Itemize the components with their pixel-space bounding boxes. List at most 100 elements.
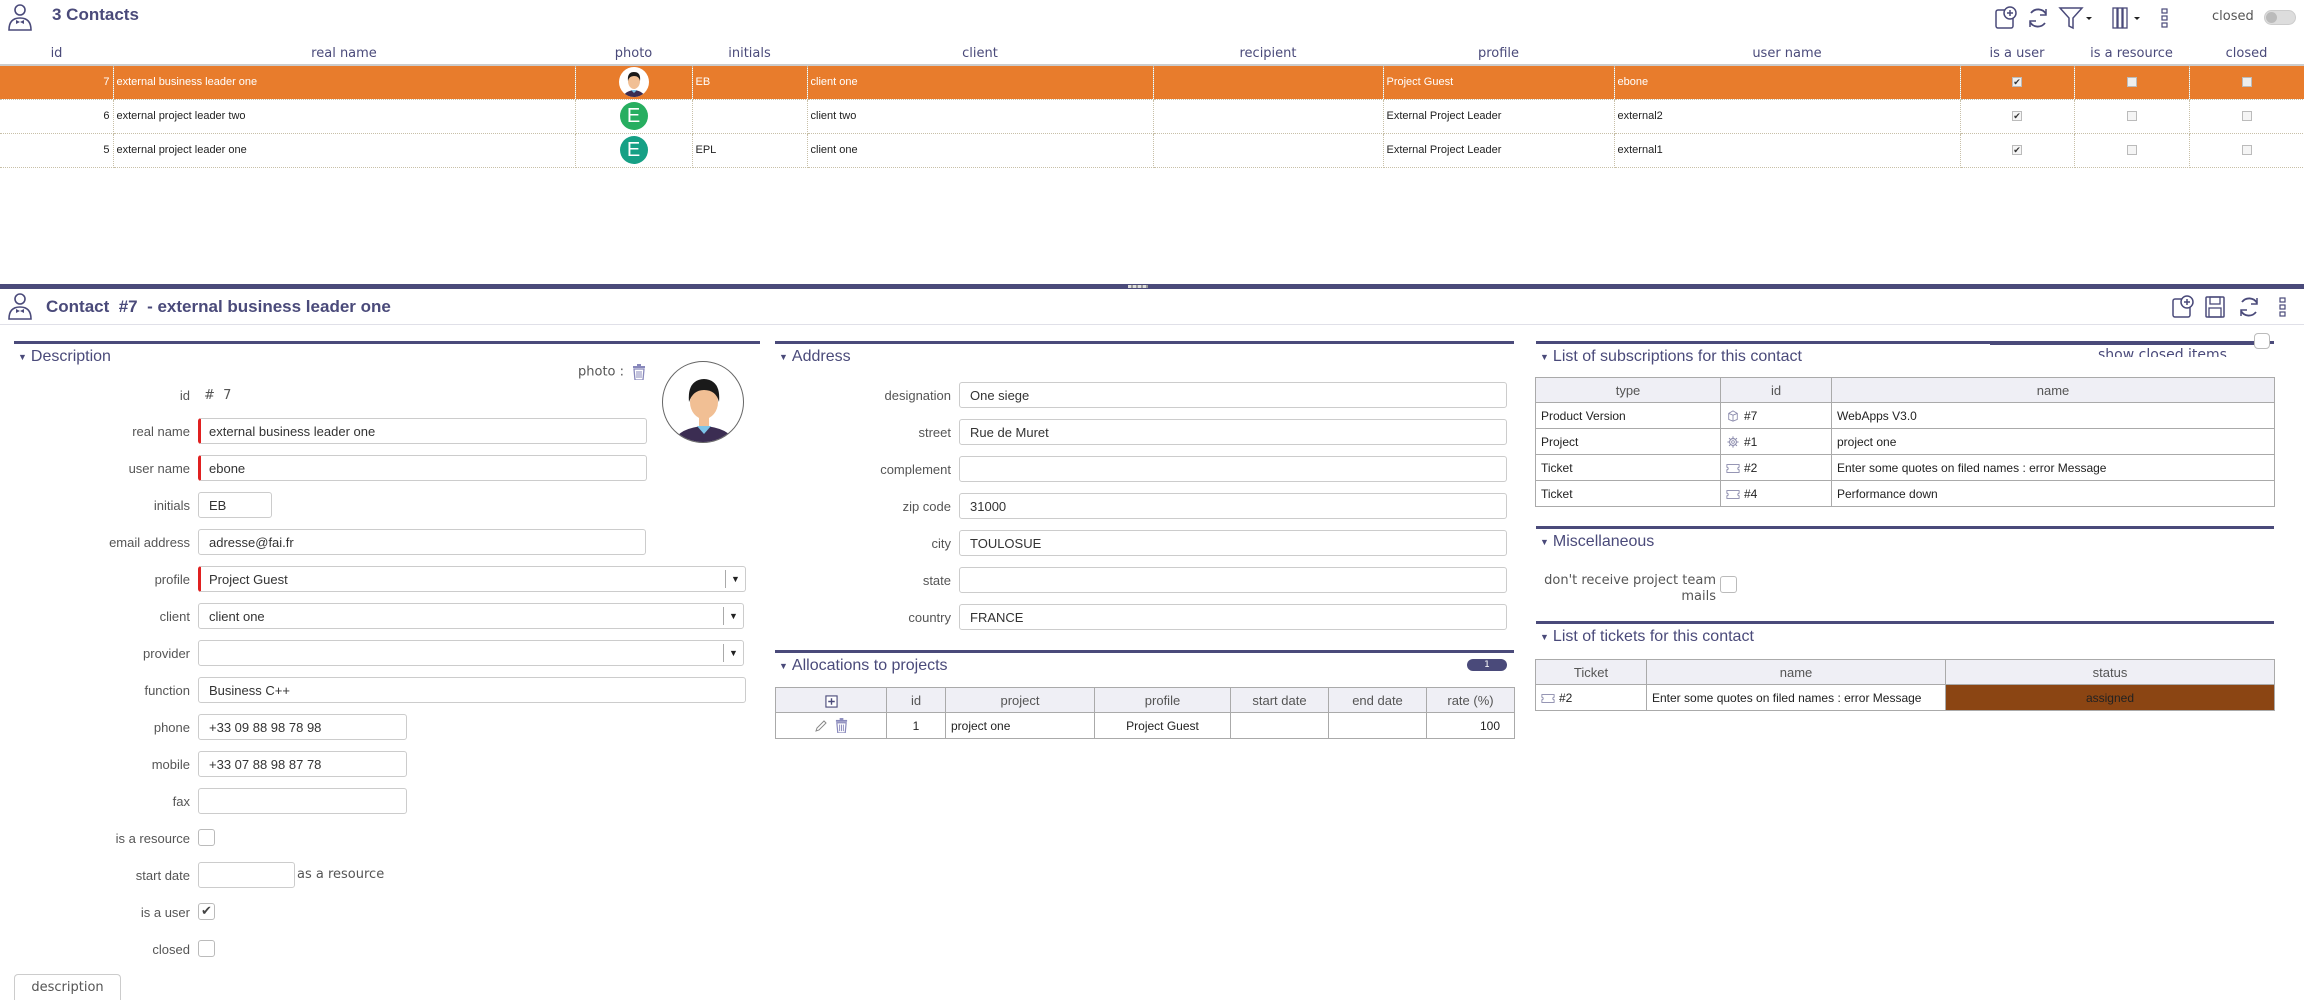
- table-row[interactable]: 6 external project leader two Eclient two E…: [0, 99, 2304, 134]
- address-field-input[interactable]: Rue de Muret: [959, 419, 1507, 445]
- ticket-row[interactable]: #2 Enter some quotes on filed names : er…: [1535, 684, 2275, 711]
- chevron-down-icon[interactable]: ▼: [723, 644, 743, 662]
- closed-checkbox[interactable]: [198, 940, 215, 957]
- subscriptions-section-title: List of subscriptions for this contact: [1552, 348, 1802, 365]
- subscription-row[interactable]: Project #1 project one: [1535, 428, 2275, 455]
- no-mail-label: don't receive project team mails: [1536, 573, 1716, 605]
- subscription-name[interactable]: project one: [1831, 428, 2275, 455]
- no-mail-checkbox[interactable]: [1720, 576, 1737, 593]
- columns-icon[interactable]: [2110, 5, 2144, 31]
- more-options-icon[interactable]: [2276, 294, 2290, 320]
- mobile-input[interactable]: +33 07 88 98 87 78: [198, 751, 407, 777]
- address-field-input[interactable]: [959, 567, 1507, 593]
- contact-photo[interactable]: [662, 361, 744, 443]
- detail-header: Contact #7 - external business leader on…: [0, 289, 2304, 325]
- ticket-col-name: name: [1646, 659, 1946, 685]
- product-version-icon: [1728, 410, 1738, 422]
- client-select[interactable]: client one ▼: [198, 603, 744, 629]
- table-row[interactable]: 5 external project leader one E EPL client o…: [0, 133, 2304, 168]
- cell-initials: EPL: [692, 133, 808, 168]
- address-field-input[interactable]: One siege: [959, 382, 1507, 408]
- subscription-id[interactable]: #2: [1744, 461, 1757, 475]
- description-section-header[interactable]: ▼ Description: [14, 344, 760, 366]
- column-header-is-resource[interactable]: is a resource: [2074, 43, 2189, 66]
- column-header-photo[interactable]: photo: [575, 43, 692, 66]
- column-header-profile[interactable]: profile: [1383, 43, 1614, 66]
- subscription-id[interactable]: #1: [1744, 435, 1757, 449]
- delete-trash-icon[interactable]: [835, 718, 848, 734]
- phone-input[interactable]: +33 09 88 98 78 98: [198, 714, 407, 740]
- chevron-down-icon[interactable]: ▼: [725, 570, 745, 588]
- fax-input[interactable]: [198, 788, 407, 814]
- user-name-input[interactable]: ebone: [198, 455, 647, 481]
- initials-input[interactable]: EB: [198, 492, 272, 518]
- address-section-header[interactable]: ▼ Address: [775, 344, 1514, 366]
- new-item-icon[interactable]: [2170, 294, 2196, 320]
- profile-row: profile Project Guest ▼: [155, 566, 746, 594]
- description-tab[interactable]: description: [14, 974, 121, 1000]
- function-input[interactable]: Business C++: [198, 677, 746, 703]
- column-header-recipient[interactable]: recipient: [1153, 43, 1383, 66]
- miscellaneous-section-header[interactable]: ▼ Miscellaneous: [1536, 529, 2274, 551]
- more-options-icon[interactable]: [2158, 5, 2172, 31]
- is-resource-checkbox[interactable]: [198, 829, 215, 846]
- splitter-grip[interactable]: [1128, 285, 1148, 288]
- subscription-row[interactable]: Product Version #7 WebApps V3.0: [1535, 402, 2275, 429]
- subscription-name[interactable]: WebApps V3.0: [1831, 402, 2275, 429]
- show-closed-items-slider[interactable]: [1990, 341, 2260, 345]
- subscription-row[interactable]: Ticket #2 Enter some quotes on filed names…: [1535, 454, 2275, 481]
- subscription-id[interactable]: #4: [1744, 487, 1757, 501]
- allocation-project[interactable]: project one: [945, 712, 1095, 739]
- column-header-is-user[interactable]: is a user: [1960, 43, 2074, 66]
- edit-pencil-icon[interactable]: [814, 719, 828, 733]
- refresh-icon[interactable]: [2236, 294, 2262, 320]
- is-user-check: ✔: [2012, 111, 2022, 122]
- subscription-id[interactable]: #7: [1744, 409, 1757, 423]
- new-item-icon[interactable]: [1993, 5, 2019, 31]
- chevron-down-icon[interactable]: ▼: [723, 607, 743, 625]
- ticket-name[interactable]: Enter some quotes on filed names : error…: [1646, 684, 1946, 711]
- delete-photo-icon[interactable]: [632, 364, 646, 381]
- tickets-section-header[interactable]: ▼ List of tickets for this contact: [1536, 624, 2274, 646]
- address-field-input[interactable]: TOULOSUE: [959, 530, 1507, 556]
- cell-user-name: external2: [1614, 99, 1961, 134]
- save-icon[interactable]: [2202, 294, 2228, 320]
- add-allocation-icon[interactable]: [824, 694, 838, 708]
- real-name-input[interactable]: external business leader one: [198, 418, 647, 444]
- address-field-input[interactable]: 31000: [959, 493, 1507, 519]
- column-header-real-name[interactable]: real name: [113, 43, 575, 66]
- show-closed-items-checkbox[interactable]: [2254, 333, 2270, 349]
- subscription-name[interactable]: Performance down: [1831, 480, 2275, 507]
- start-date-input[interactable]: [198, 862, 295, 888]
- closed-toggle[interactable]: [2264, 10, 2296, 25]
- column-header-client[interactable]: client: [807, 43, 1153, 66]
- refresh-icon[interactable]: [2025, 5, 2051, 31]
- subscription-type: Project: [1535, 428, 1721, 455]
- cell-is-resource: [2074, 65, 2190, 100]
- address-field-input[interactable]: [959, 456, 1507, 482]
- profile-select[interactable]: Project Guest ▼: [198, 566, 746, 592]
- cell-recipient: [1153, 65, 1384, 100]
- id-row: id # 7: [180, 382, 398, 410]
- allocations-section-header[interactable]: ▼ Allocations to projects: [775, 653, 1514, 675]
- table-row[interactable]: 7 external business leader one EB client on…: [0, 65, 2304, 100]
- cell-id: 6: [0, 99, 114, 134]
- subscription-name[interactable]: Enter some quotes on filed names : error…: [1831, 454, 2275, 481]
- cell-profile: Project Guest: [1383, 65, 1615, 100]
- column-header-user-name[interactable]: user name: [1614, 43, 1960, 66]
- column-header-id[interactable]: id: [0, 43, 113, 66]
- cell-user-name: external1: [1614, 133, 1961, 168]
- filter-icon[interactable]: [2058, 5, 2094, 31]
- column-header-closed[interactable]: closed: [2189, 43, 2304, 66]
- subscription-row[interactable]: Ticket #4 Performance down: [1535, 480, 2275, 507]
- is-user-checkbox[interactable]: ✔: [198, 903, 215, 920]
- alloc-col-project: project: [945, 687, 1095, 713]
- provider-select[interactable]: ▼: [198, 640, 744, 666]
- contact-avatar: E: [619, 102, 648, 130]
- address-field-label: street: [918, 425, 951, 440]
- address-field-input[interactable]: FRANCE: [959, 604, 1507, 630]
- no-mail-label-line1: don't receive project team: [1544, 573, 1716, 588]
- ticket-id[interactable]: #2: [1559, 691, 1572, 705]
- column-header-initials[interactable]: initials: [692, 43, 807, 66]
- email-input[interactable]: adresse@fai.fr: [198, 529, 646, 555]
